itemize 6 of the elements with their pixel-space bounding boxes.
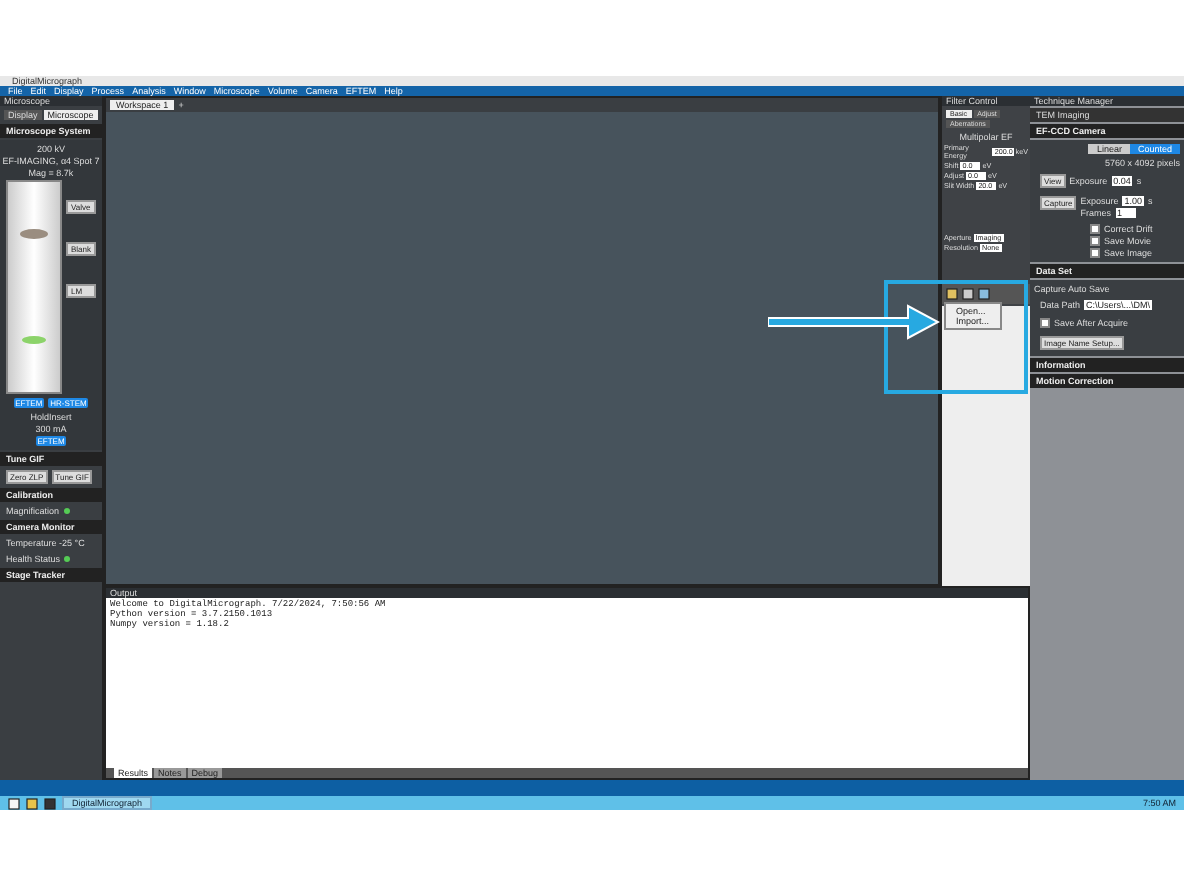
- highlight-frame: [884, 280, 1028, 394]
- checkbox[interactable]: [1090, 248, 1100, 258]
- checkbox[interactable]: [1090, 224, 1100, 234]
- checkbox[interactable]: [1040, 318, 1050, 328]
- arrow-icon: [768, 304, 940, 340]
- checkbox[interactable]: [1090, 236, 1100, 246]
